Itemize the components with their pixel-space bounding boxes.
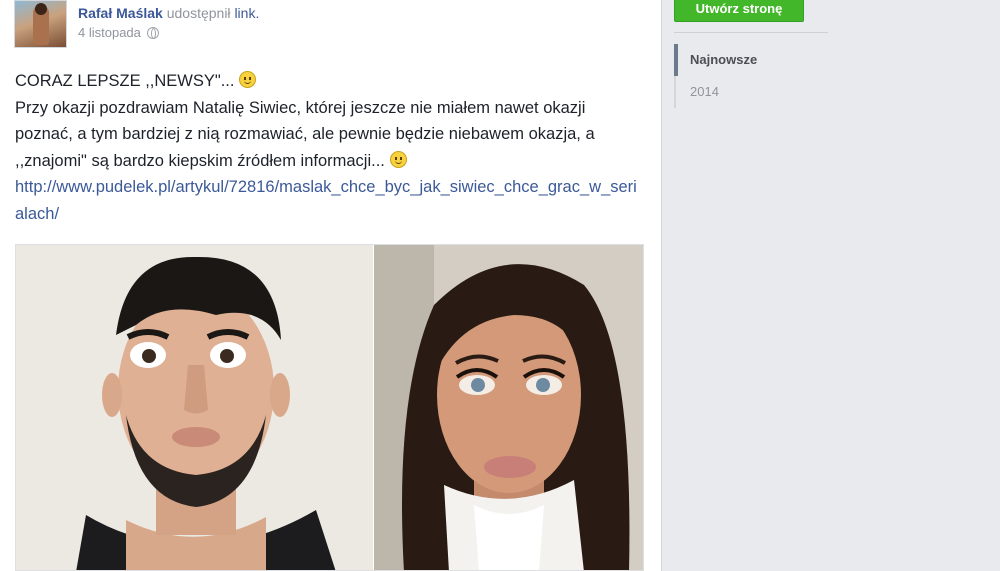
timeline-item-2014[interactable]: 2014 xyxy=(674,76,828,108)
timeline-nav: Najnowsze 2014 xyxy=(674,44,828,108)
shared-link-word[interactable]: link. xyxy=(234,5,259,21)
post-headline: CORAZ LEPSZE ,,NEWSY"... xyxy=(15,72,235,90)
sidebar-divider xyxy=(674,32,828,33)
author-name-link[interactable]: Rafał Maślak xyxy=(78,5,163,21)
author-avatar[interactable] xyxy=(14,0,67,48)
avatar-figure xyxy=(33,3,49,45)
post-card: Rafał Maślak udostępnił link. 4 listopad… xyxy=(0,0,662,571)
post-body-line: Przy okazji pozdrawiam Natalię Siwiec, k… xyxy=(15,95,645,175)
create-page-button[interactable]: Utwórz stronę xyxy=(674,0,804,22)
post-action-text: udostępnił xyxy=(166,5,231,21)
post-meta: 4 listopada xyxy=(78,25,159,40)
post-text: CORAZ LEPSZE ,,NEWSY"... Przy okazji poz… xyxy=(15,68,645,227)
timeline-item-najnowsze[interactable]: Najnowsze xyxy=(674,44,828,76)
post-header: Rafał Maślak udostępnił link. xyxy=(78,5,259,21)
photo-left-portrait xyxy=(16,245,373,570)
female-portrait-illustration xyxy=(374,245,643,570)
post-date-link[interactable]: 4 listopada xyxy=(78,25,141,40)
male-portrait-illustration xyxy=(16,245,373,570)
right-sidebar: Utwórz stronę Najnowsze 2014 xyxy=(662,0,1000,571)
post-body: Przy okazji pozdrawiam Natalię Siwiec, k… xyxy=(15,98,595,170)
smiley-icon xyxy=(389,150,407,168)
shared-link-image[interactable] xyxy=(15,244,644,571)
post-headline-line: CORAZ LEPSZE ,,NEWSY"... xyxy=(15,68,645,95)
photo-right-portrait xyxy=(374,245,643,570)
smiley-icon xyxy=(239,71,257,88)
globe-icon[interactable] xyxy=(146,26,159,39)
shared-url-link[interactable]: http://www.pudelek.pl/artykul/72816/masl… xyxy=(15,178,637,223)
